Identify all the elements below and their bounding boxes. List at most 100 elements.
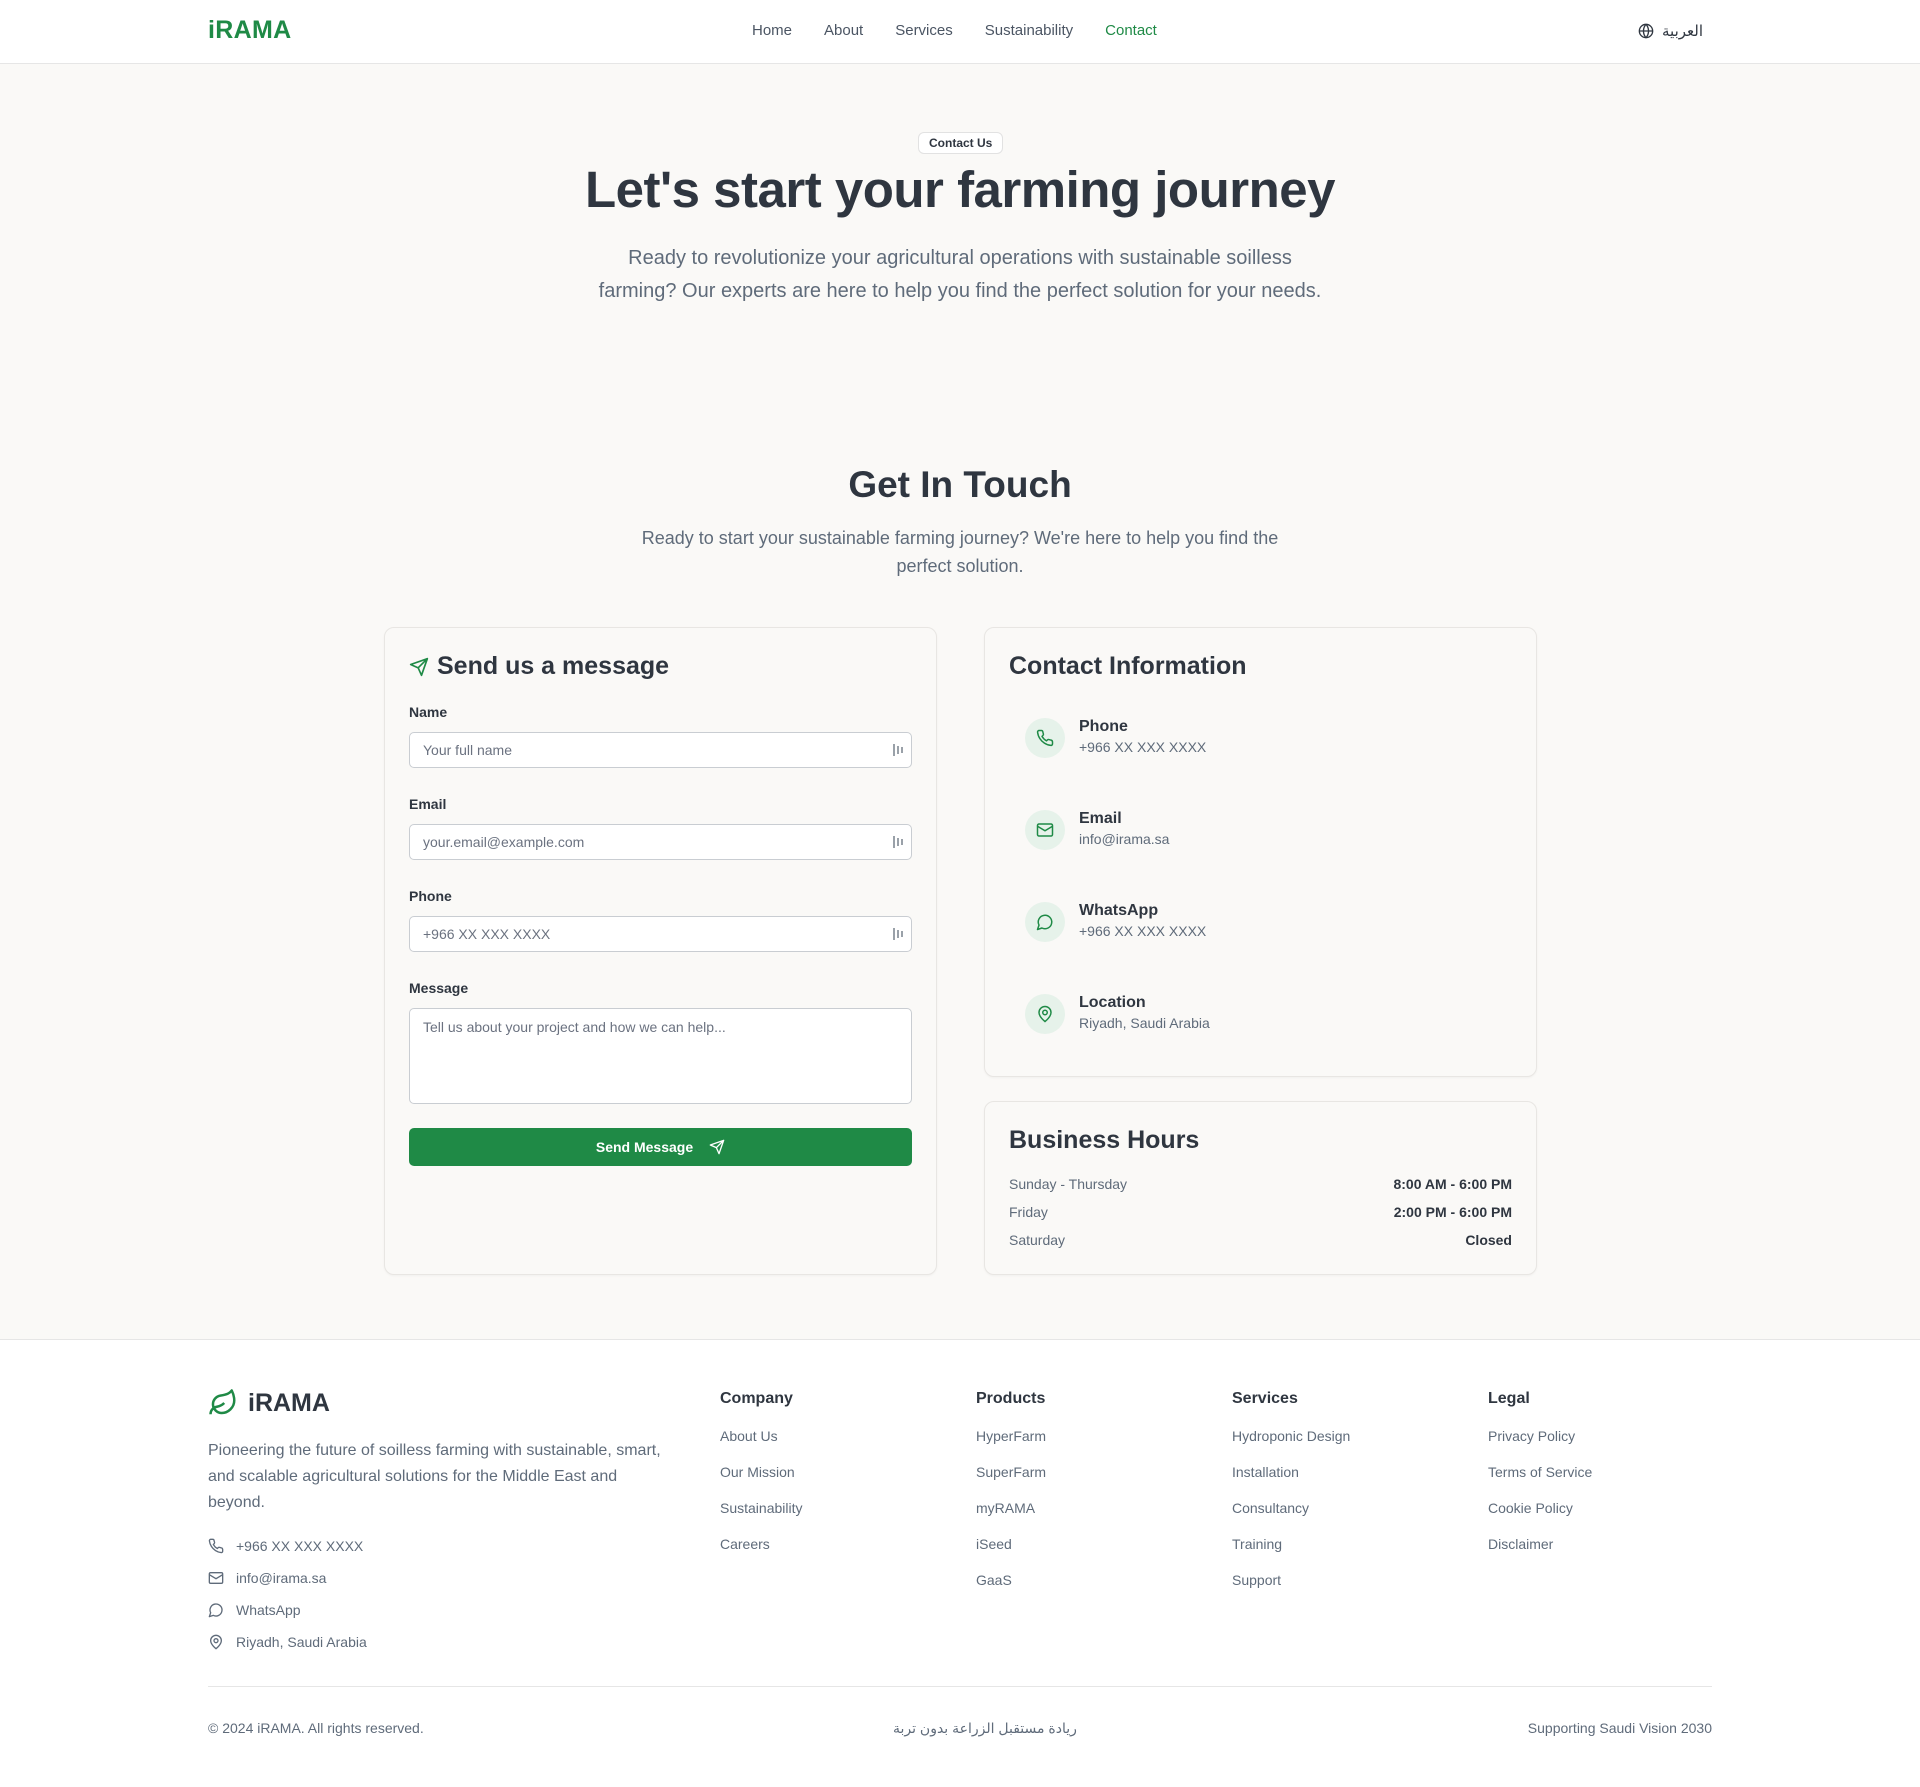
business-hours-card: Business Hours Sunday - Thursday 8:00 AM… xyxy=(984,1101,1537,1275)
footer-brand[interactable]: iRAMA xyxy=(208,1388,330,1418)
phone-icon xyxy=(208,1538,224,1554)
hours-time: 2:00 PM - 6:00 PM xyxy=(1393,1204,1512,1220)
footer-link[interactable]: Training xyxy=(1232,1536,1350,1572)
contact-phone-value: +966 XX XXX XXXX xyxy=(1079,739,1207,755)
phone-label: Phone xyxy=(409,888,452,904)
autofill-icon[interactable] xyxy=(891,926,905,942)
footer-col-services: Services Hydroponic Design Installation … xyxy=(1232,1390,1350,1608)
copyright: © 2024 iRAMA. All rights reserved. xyxy=(208,1720,424,1736)
footer-col-products: Products HyperFarm SuperFarm myRAMA iSee… xyxy=(976,1390,1046,1608)
nav-about[interactable]: About xyxy=(824,22,863,39)
autofill-icon[interactable] xyxy=(891,742,905,758)
message-textarea[interactable]: Tell us about your project and how we ca… xyxy=(409,1008,912,1104)
hours-day: Saturday xyxy=(1009,1232,1066,1248)
mail-icon xyxy=(208,1572,224,1584)
contact-whatsapp: WhatsApp +966 XX XXX XXXX xyxy=(1025,900,1206,942)
message-icon xyxy=(1036,914,1053,931)
footer-link[interactable]: GaaS xyxy=(976,1572,1046,1608)
footer-link[interactable]: About Us xyxy=(720,1428,803,1464)
mail-icon xyxy=(1036,823,1054,837)
phone-icon xyxy=(1036,729,1054,747)
footer-col-title: Company xyxy=(720,1390,793,1407)
footer-whatsapp-text: WhatsApp xyxy=(236,1602,301,1618)
email-placeholder: your.email@example.com xyxy=(423,834,585,850)
footer-phone[interactable]: +966 XX XXX XXXX xyxy=(208,1538,363,1554)
logo[interactable]: iRAMA xyxy=(208,16,291,45)
footer-link[interactable]: SuperFarm xyxy=(976,1464,1046,1500)
footer-link[interactable]: iSeed xyxy=(976,1536,1046,1572)
language-switch[interactable]: العربية xyxy=(1638,22,1703,40)
nav-links: Home About Services Sustainability Conta… xyxy=(752,22,1189,39)
send-button-label: Send Message xyxy=(595,1139,694,1155)
business-hours-title: Business Hours xyxy=(1009,1126,1200,1154)
phone-input[interactable]: +966 XX XXX XXXX xyxy=(409,916,912,952)
hours-row: Friday 2:00 PM - 6:00 PM xyxy=(1009,1204,1512,1220)
contact-badge: Contact Us xyxy=(918,132,1004,154)
footer-whatsapp[interactable]: WhatsApp xyxy=(208,1602,301,1618)
contact-info-title: Contact Information xyxy=(1009,652,1247,680)
message-placeholder: Tell us about your project and how we ca… xyxy=(423,1019,726,1035)
contact-email-label: Email xyxy=(1079,810,1122,827)
footer-link[interactable]: Our Mission xyxy=(720,1464,803,1500)
hero-subtitle: Ready to revolutionize your agricultural… xyxy=(598,247,1322,302)
contact-phone: Phone +966 XX XXX XXXX xyxy=(1025,716,1206,758)
footer-link[interactable]: Privacy Policy xyxy=(1488,1428,1592,1464)
phone-placeholder: +966 XX XXX XXXX xyxy=(423,926,551,942)
footer-link[interactable]: Consultancy xyxy=(1232,1500,1350,1536)
footer-col-company: Company About Us Our Mission Sustainabil… xyxy=(720,1390,803,1572)
footer-link[interactable]: Installation xyxy=(1232,1464,1350,1500)
hours-time: 8:00 AM - 6:00 PM xyxy=(1393,1176,1512,1192)
get-in-touch-subtitle: Ready to start your sustainable farming … xyxy=(641,528,1279,576)
name-input[interactable]: Your full name xyxy=(409,732,912,768)
send-icon xyxy=(409,657,429,676)
nav-services[interactable]: Services xyxy=(895,22,953,39)
footer-link[interactable]: Careers xyxy=(720,1536,803,1572)
message-icon-wrap xyxy=(1025,902,1065,942)
footer-location[interactable]: Riyadh, Saudi Arabia xyxy=(208,1634,367,1650)
hours-day: Friday xyxy=(1009,1204,1048,1220)
hero-title: Let's start your farming journey xyxy=(585,161,1335,218)
footer-location-text: Riyadh, Saudi Arabia xyxy=(236,1634,367,1650)
footer-link[interactable]: HyperFarm xyxy=(976,1428,1046,1464)
footer-logo-text: iRAMA xyxy=(248,1388,330,1417)
name-placeholder: Your full name xyxy=(423,742,512,758)
footer-link[interactable]: Terms of Service xyxy=(1488,1464,1592,1500)
map-pin-icon xyxy=(209,1634,223,1650)
footer-link[interactable]: Disclaimer xyxy=(1488,1536,1592,1572)
nav-sustainability[interactable]: Sustainability xyxy=(985,22,1073,39)
send-icon xyxy=(709,1139,725,1155)
form-title: Send us a message xyxy=(409,652,669,681)
footer-col-title: Services xyxy=(1232,1390,1298,1407)
footer-phone-text: +966 XX XXX XXXX xyxy=(236,1538,364,1554)
footer-link[interactable]: Hydroponic Design xyxy=(1232,1428,1350,1464)
mail-icon-wrap xyxy=(1025,810,1065,850)
footer-col-legal: Legal Privacy Policy Terms of Service Co… xyxy=(1488,1390,1592,1572)
vision-note: Supporting Saudi Vision 2030 xyxy=(1527,1720,1712,1736)
contact-email-value: info@irama.sa xyxy=(1079,831,1170,847)
contact-info-card: Contact Information Phone +966 XX XXX XX… xyxy=(984,627,1537,1077)
contact-phone-label: Phone xyxy=(1079,718,1128,735)
language-label: العربية xyxy=(1662,23,1703,40)
hours-day: Sunday - Thursday xyxy=(1009,1176,1128,1192)
nav-contact[interactable]: Contact xyxy=(1105,22,1157,39)
footer-link[interactable]: Sustainability xyxy=(720,1500,803,1536)
contact-location-label: Location xyxy=(1079,994,1146,1011)
send-message-button[interactable]: Send Message xyxy=(409,1128,912,1166)
message-form-card: Send us a message Name Your full name Em… xyxy=(384,627,937,1275)
nav-home[interactable]: Home xyxy=(752,22,792,39)
autofill-icon[interactable] xyxy=(891,834,905,850)
phone-icon-wrap xyxy=(1025,718,1065,758)
get-in-touch-title: Get In Touch xyxy=(848,464,1072,505)
footer-description: Pioneering the future of soilless farmin… xyxy=(208,1442,661,1511)
hours-time: Closed xyxy=(1465,1232,1512,1248)
form-title-text: Send us a message xyxy=(437,652,670,680)
message-label: Message xyxy=(409,980,469,996)
footer-email[interactable]: info@irama.sa xyxy=(208,1570,326,1586)
contact-location: Location Riyadh, Saudi Arabia xyxy=(1025,992,1210,1034)
email-input[interactable]: your.email@example.com xyxy=(409,824,912,860)
footer-link[interactable]: Support xyxy=(1232,1572,1350,1608)
footer-link[interactable]: myRAMA xyxy=(976,1500,1046,1536)
footer: iRAMA Pioneering the future of soilless … xyxy=(0,1339,1920,1787)
globe-icon xyxy=(1638,23,1654,39)
footer-link[interactable]: Cookie Policy xyxy=(1488,1500,1592,1536)
